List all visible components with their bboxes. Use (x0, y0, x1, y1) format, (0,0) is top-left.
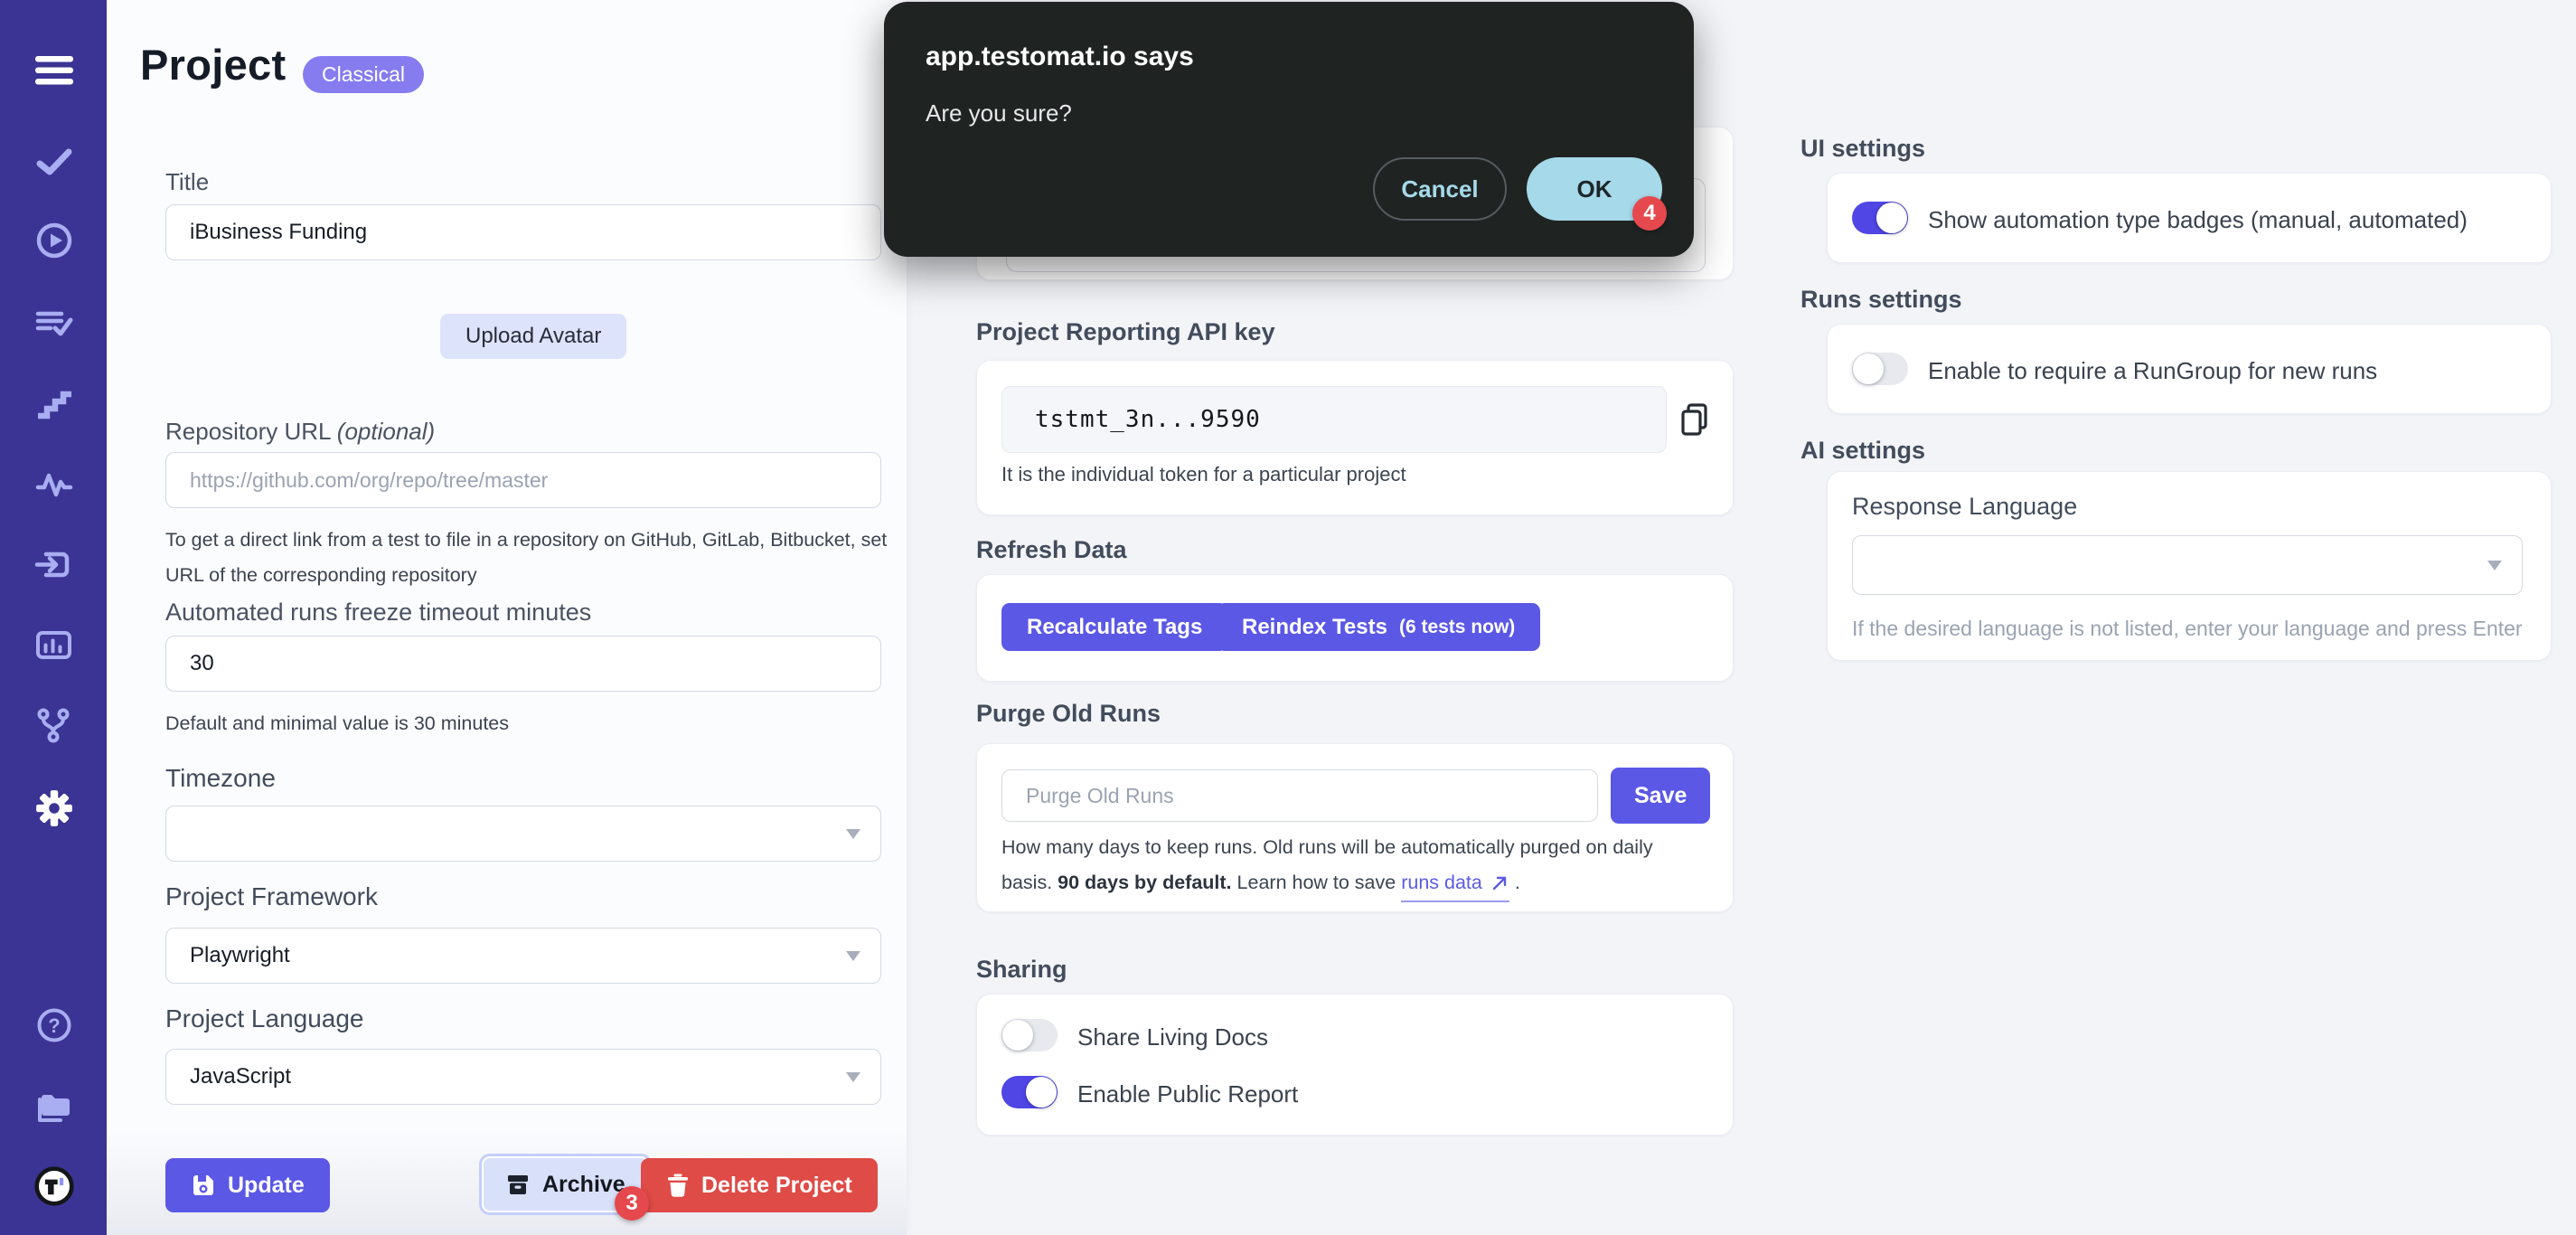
upload-avatar-button[interactable]: Upload Avatar (440, 314, 626, 359)
chevron-down-icon (846, 1072, 860, 1082)
framework-value: Playwright (190, 943, 290, 968)
project-settings-page: ? Project Classical Title Upload Avatar … (0, 0, 2576, 1235)
cancel-label: Cancel (1401, 175, 1478, 203)
recalculate-tags-label: Recalculate Tags (1027, 615, 1202, 640)
ai-settings-heading: AI settings (1800, 437, 1925, 465)
settings-gear-icon[interactable] (33, 787, 75, 829)
response-language-label: Response Language (1852, 493, 2077, 521)
archive-box-icon (505, 1172, 531, 1197)
dialog-cancel-button[interactable]: Cancel (1373, 157, 1507, 221)
recalculate-tags-button[interactable]: Recalculate Tags (1001, 603, 1227, 651)
hint-badge-4: 4 (1632, 196, 1667, 231)
sharing-heading: Sharing (976, 956, 1067, 984)
reindex-tests-button[interactable]: Reindex Tests (6 tests now) (1217, 603, 1540, 651)
menu-icon[interactable] (33, 50, 75, 91)
save-floppy-icon (191, 1173, 216, 1198)
automation-badges-label: Show automation type badges (manual, aut… (1928, 206, 2468, 234)
optional-note: (optional) (337, 418, 435, 445)
freeze-timeout-label: Automated runs freeze timeout minutes (165, 599, 591, 627)
toggle-knob (1876, 203, 1907, 233)
api-key-field: tstmt_3n...9590 (1001, 386, 1667, 453)
title-input[interactable] (165, 204, 881, 260)
purge-heading: Purge Old Runs (976, 700, 1161, 728)
framework-select[interactable]: Playwright (165, 928, 881, 984)
svg-text:?: ? (48, 1014, 60, 1037)
purge-save-button[interactable]: Save (1611, 768, 1710, 824)
tests-check-icon[interactable] (33, 141, 75, 183)
rungroup-required-toggle[interactable] (1852, 353, 1908, 385)
ok-label: OK (1577, 175, 1612, 203)
testomat-logo[interactable] (33, 1165, 75, 1207)
rungroup-required-label: Enable to require a RunGroup for new run… (1928, 357, 2377, 385)
chevron-down-icon (846, 829, 860, 839)
pulse-icon[interactable] (33, 464, 75, 505)
archive-label: Archive (542, 1172, 625, 1198)
repository-url-input[interactable] (165, 452, 881, 508)
chevron-down-icon (846, 951, 860, 961)
delete-project-label: Delete Project (701, 1173, 852, 1199)
language-label: Project Language (165, 1004, 364, 1033)
sidebar: ? (0, 0, 107, 1235)
reindex-tests-count: (6 tests now) (1399, 617, 1515, 638)
freeze-timeout-input[interactable] (165, 636, 881, 692)
language-value: JavaScript (190, 1064, 291, 1089)
purge-hint: How many days to keep runs. Old runs wil… (1001, 830, 1685, 902)
chevron-down-icon (2487, 561, 2502, 570)
enable-public-report-label: Enable Public Report (1077, 1080, 1298, 1108)
runs-play-icon[interactable] (33, 220, 75, 261)
update-label: Update (228, 1173, 305, 1199)
external-link-icon (1490, 873, 1509, 893)
dialog-message: Are you sure? (926, 99, 1072, 127)
title-label: Title (165, 168, 209, 196)
branches-icon[interactable] (33, 705, 75, 747)
automation-badges-toggle[interactable] (1852, 202, 1908, 234)
api-key-value: tstmt_3n...9590 (1035, 406, 1261, 433)
repository-url-hint: To get a direct link from a test to file… (165, 523, 888, 593)
browser-alert-dialog: app.testomat.io says Are you sure? Cance… (884, 2, 1694, 257)
test-plans-icon[interactable] (33, 303, 75, 344)
freeze-timeout-hint: Default and minimal value is 30 minutes (165, 706, 509, 741)
refresh-heading: Refresh Data (976, 536, 1127, 564)
upload-avatar-label: Upload Avatar (465, 324, 601, 349)
runs-data-link[interactable]: runs data (1401, 865, 1509, 902)
toggle-knob (1002, 1020, 1033, 1051)
help-icon[interactable]: ? (33, 1004, 75, 1046)
timezone-label: Timezone (165, 764, 276, 793)
toggle-knob (1853, 354, 1884, 384)
update-button[interactable]: Update (165, 1158, 330, 1212)
dialog-title: app.testomat.io says (926, 42, 1194, 72)
save-label: Save (1634, 783, 1687, 809)
timezone-select[interactable] (165, 806, 881, 862)
reporting-heading: Project Reporting API key (976, 318, 1275, 346)
share-living-docs-label: Share Living Docs (1077, 1023, 1268, 1051)
import-icon[interactable] (33, 544, 75, 586)
milestones-steps-icon[interactable] (33, 383, 75, 425)
language-select[interactable]: JavaScript (165, 1049, 881, 1105)
sharing-card (976, 994, 1734, 1136)
analytics-icon[interactable] (33, 625, 75, 666)
delete-project-button[interactable]: Delete Project (641, 1158, 878, 1212)
copy-icon[interactable] (1676, 401, 1714, 443)
ui-settings-heading: UI settings (1800, 135, 1925, 163)
repository-url-label: Repository URL (optional) (165, 418, 435, 446)
response-language-select[interactable] (1852, 535, 2523, 595)
enable-public-report-toggle[interactable] (1001, 1076, 1058, 1108)
trash-icon (666, 1173, 690, 1198)
runs-settings-heading: Runs settings (1800, 286, 1962, 314)
purge-input[interactable] (1001, 769, 1598, 822)
framework-label: Project Framework (165, 882, 378, 911)
page-title: Project (140, 40, 286, 90)
response-language-hint: If the desired language is not listed, e… (1852, 617, 2523, 641)
projects-folder-icon[interactable] (33, 1086, 75, 1127)
hint-badge-3: 3 (615, 1186, 649, 1221)
toggle-knob (1026, 1077, 1057, 1108)
share-living-docs-toggle[interactable] (1001, 1019, 1058, 1051)
project-type-badge: Classical (303, 56, 424, 93)
purge-hint-bold: 90 days by default. (1058, 872, 1231, 893)
reindex-tests-label: Reindex Tests (1242, 615, 1387, 640)
api-key-hint: It is the individual token for a particu… (1001, 463, 1406, 486)
